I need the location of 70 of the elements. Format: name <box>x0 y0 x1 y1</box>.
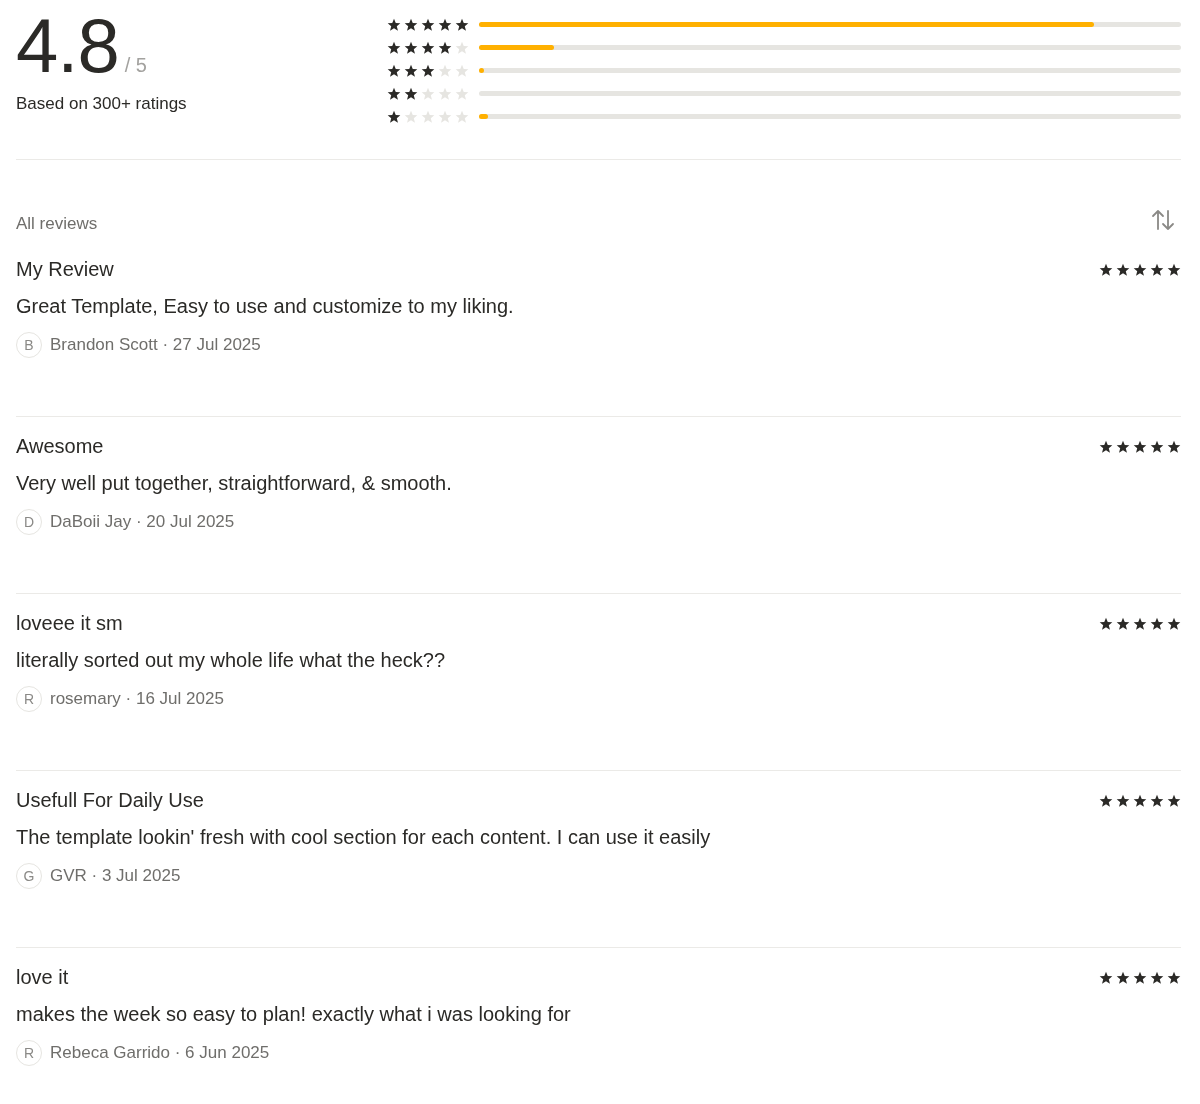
star-icon <box>455 17 469 32</box>
star-icon <box>404 109 418 124</box>
star-icon <box>1116 616 1130 631</box>
review-byline: Brandon Scott · 27 Jul 2025 <box>50 335 261 355</box>
star-icon <box>404 17 418 32</box>
star-icon <box>421 109 435 124</box>
review-title: love it <box>16 966 69 989</box>
star-icon <box>404 86 418 101</box>
star-icon <box>1099 616 1113 631</box>
star-icon <box>387 63 401 78</box>
star-icon <box>421 17 435 32</box>
review-text: Very well put together, straightforward, & smooth. <box>16 472 453 495</box>
star-icon <box>1150 262 1164 277</box>
star-icon <box>387 109 401 124</box>
star-icon <box>1150 970 1164 985</box>
star-icon <box>438 40 452 55</box>
star-icon <box>455 63 469 78</box>
review-byline: GVR · 3 Jul 2025 <box>50 866 181 886</box>
star-icon <box>387 86 401 101</box>
star-icon <box>1150 439 1164 454</box>
review-title: My Review <box>16 258 114 281</box>
star-icon <box>421 86 435 101</box>
star-icon <box>1133 616 1147 631</box>
review-text: literally sorted out my whole life what the heck?? <box>16 649 447 672</box>
star-icon <box>1150 793 1164 808</box>
review-byline: rosemary · 16 Jul 2025 <box>50 689 224 709</box>
review-byline: DaBoii Jay · 20 Jul 2025 <box>50 512 235 532</box>
star-icon <box>1150 616 1164 631</box>
star-icon <box>1116 439 1130 454</box>
star-icon <box>421 40 435 55</box>
score-scale: / 5 <box>124 54 147 77</box>
star-icon <box>404 40 418 55</box>
star-icon <box>1099 793 1113 808</box>
review-text: makes the week so easy to plan! exactly what i was looking for <box>16 1003 572 1026</box>
star-icon <box>1116 262 1130 277</box>
review-title: loveee it sm <box>16 612 123 635</box>
star-icon <box>421 63 435 78</box>
star-icon <box>1167 970 1181 985</box>
star-icon <box>438 109 452 124</box>
star-icon <box>455 40 469 55</box>
star-icon <box>1133 439 1147 454</box>
star-icon <box>1167 262 1181 277</box>
star-icon <box>438 17 452 32</box>
section-title: All reviews <box>16 214 98 234</box>
star-icon <box>455 109 469 124</box>
star-icon <box>1099 439 1113 454</box>
star-icon <box>1099 262 1113 277</box>
star-icon <box>404 63 418 78</box>
sort-icon[interactable] <box>1151 209 1175 231</box>
star-icon <box>387 17 401 32</box>
star-icon <box>1133 262 1147 277</box>
star-icon <box>1116 970 1130 985</box>
star-icon <box>438 86 452 101</box>
star-icon <box>1167 616 1181 631</box>
star-icon <box>1167 793 1181 808</box>
star-icon <box>455 86 469 101</box>
star-icon <box>1099 970 1113 985</box>
star-icon <box>1133 970 1147 985</box>
average-score: 4.8 <box>16 8 119 84</box>
star-icon <box>1133 793 1147 808</box>
ratings-count: Based on 300+ ratings <box>16 94 187 114</box>
review-text: Great Template, Easy to use and customize to my liking. <box>16 295 515 318</box>
star-icon <box>1167 439 1181 454</box>
star-icon <box>438 63 452 78</box>
star-icon <box>1116 793 1130 808</box>
review-title: Usefull For Daily Use <box>16 789 204 812</box>
star-icon <box>387 40 401 55</box>
review-title: Awesome <box>16 435 104 458</box>
review-byline: Rebeca Garrido · 6 Jun 2025 <box>50 1043 270 1063</box>
review-text: The template lookin' fresh with cool section for each content. I can use it easily <box>16 826 712 849</box>
